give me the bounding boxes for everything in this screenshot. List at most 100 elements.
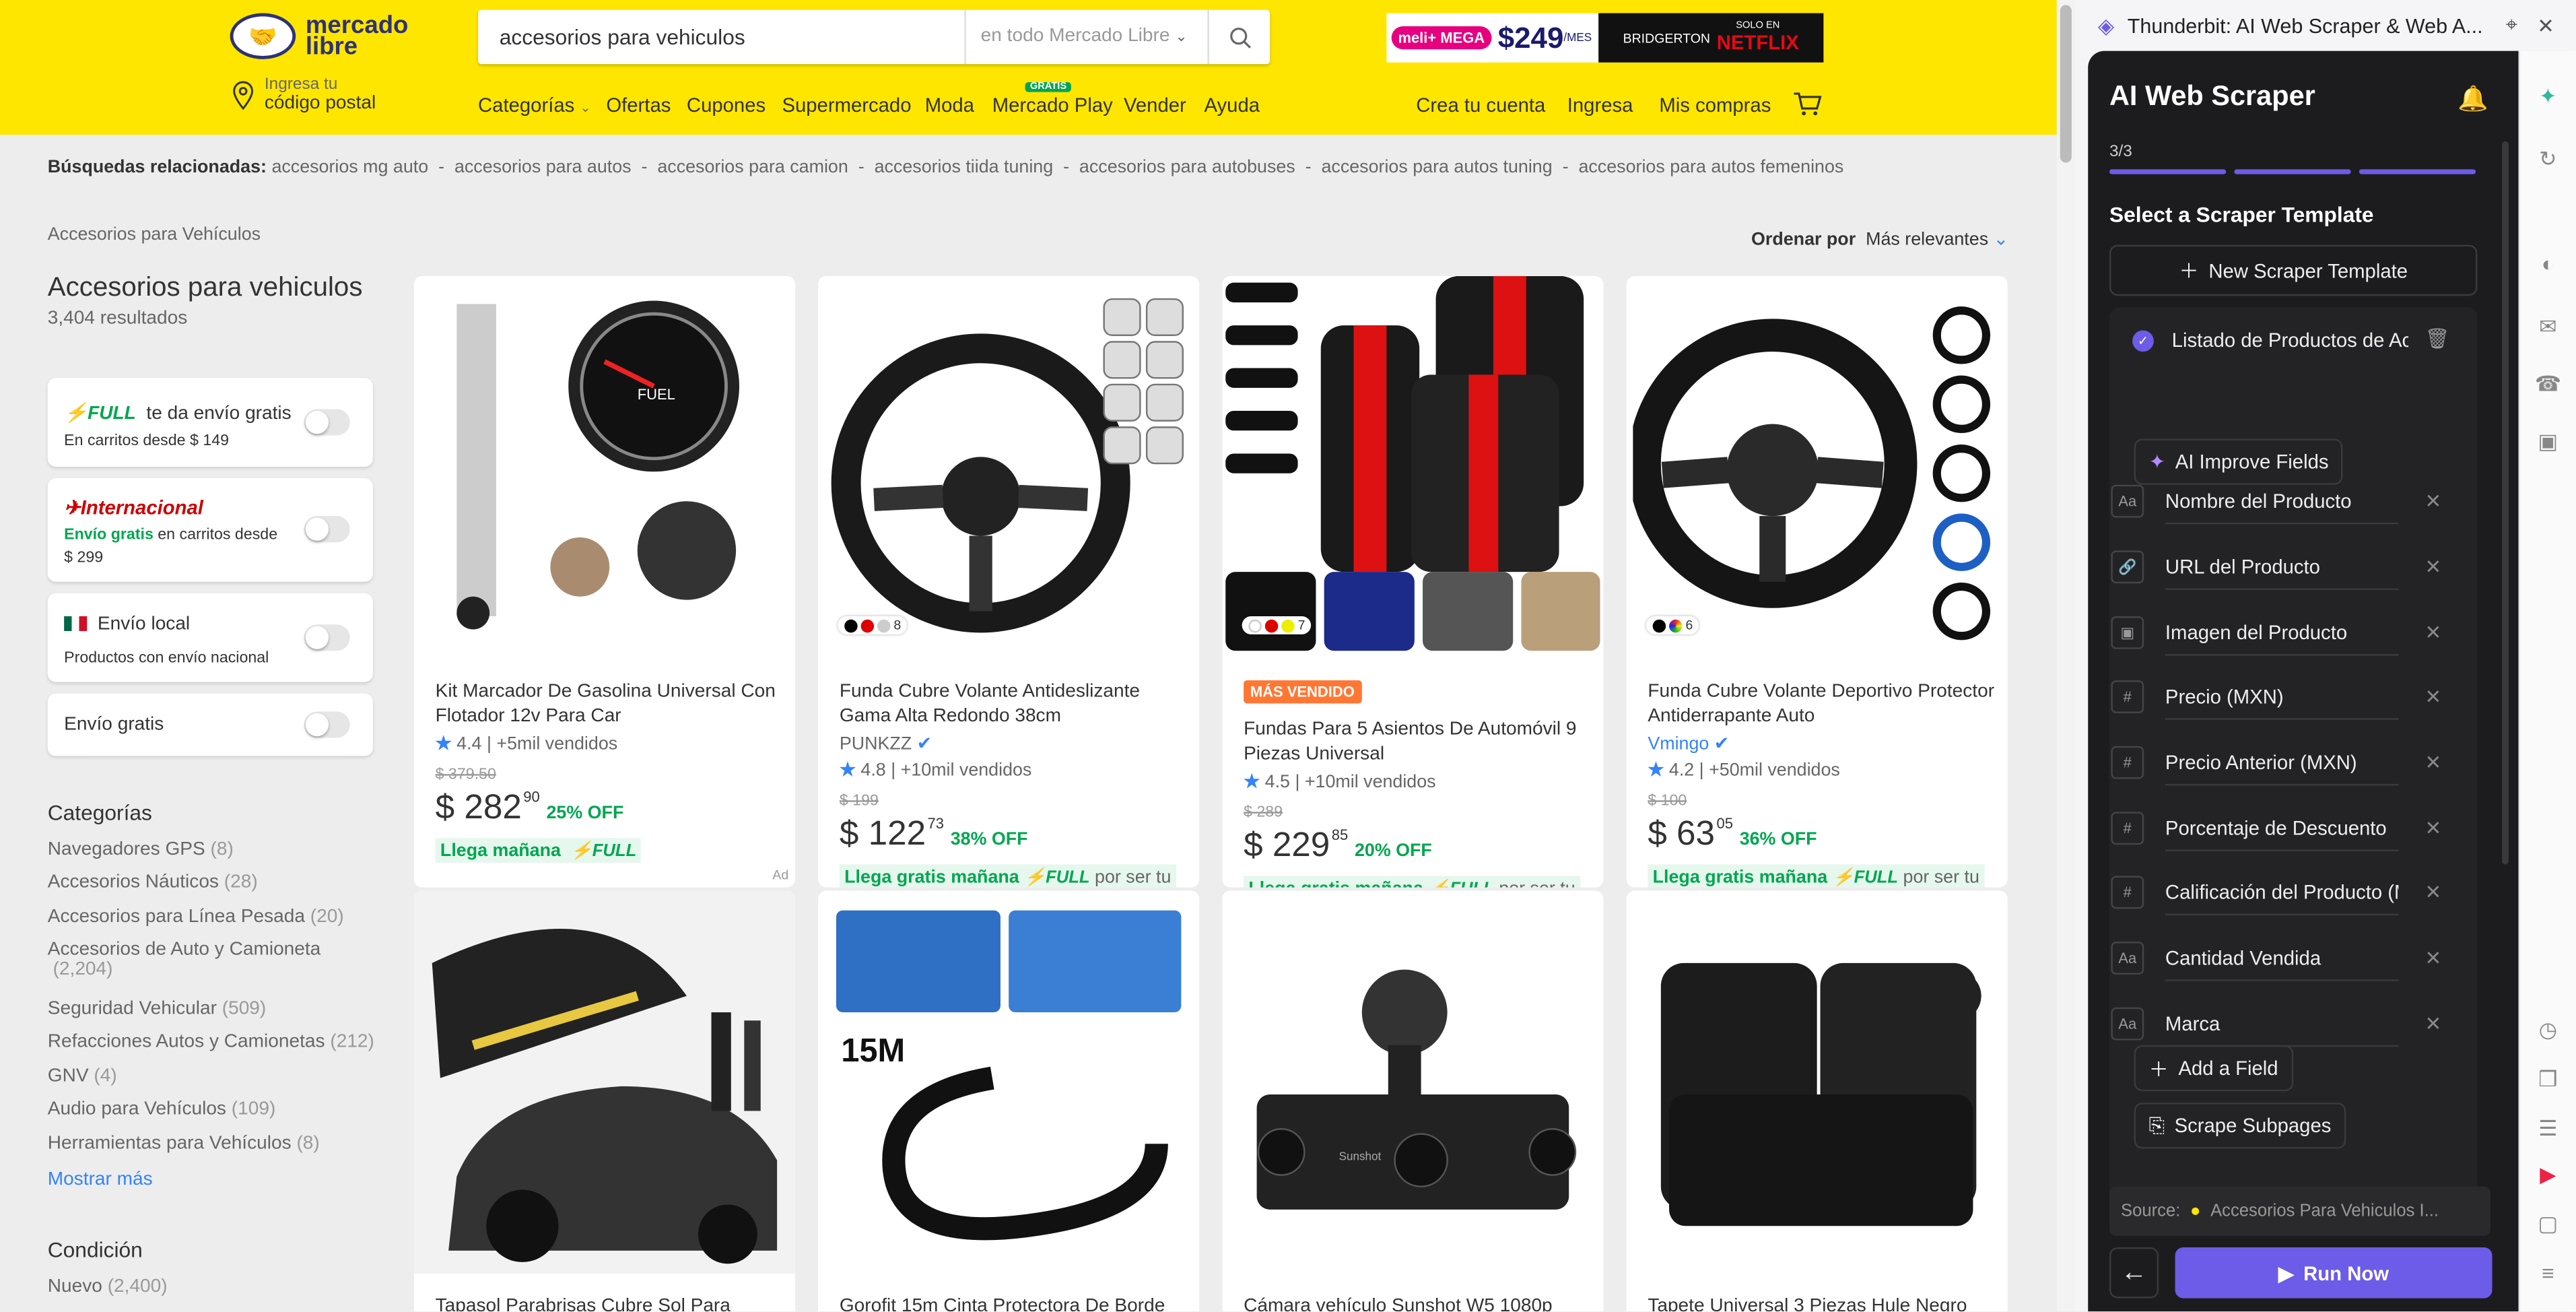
product-card[interactable]: 15M Gorofit 15m Cinta Protectora De Bord… bbox=[818, 890, 1200, 1312]
category-link[interactable]: GNV (4) bbox=[48, 1067, 117, 1086]
source-box[interactable]: Source: ● Accesorios Para Vehiculos I... bbox=[2109, 1186, 2491, 1236]
sort-selector[interactable]: Ordenar por Más relevantes ⌄ bbox=[1751, 228, 2008, 250]
field-name[interactable]: Porcentaje de Descuento bbox=[2165, 806, 2399, 851]
full-toggle[interactable] bbox=[304, 409, 350, 436]
color-swatches[interactable]: 8 bbox=[838, 616, 908, 634]
field-row[interactable]: Aa Cantidad Vendida ✕ bbox=[2111, 931, 2476, 984]
product-title[interactable]: Funda Cubre Volante Antideslizante Gama … bbox=[840, 680, 1188, 729]
bell-icon[interactable]: 🔔 bbox=[2458, 84, 2488, 113]
nav-vender[interactable]: Vender bbox=[1124, 94, 1186, 117]
filter-international[interactable]: ✈Internacional Envío gratis en carritos … bbox=[47, 478, 373, 582]
remove-field-icon[interactable]: ✕ bbox=[2425, 881, 2441, 904]
nav-ayuda[interactable]: Ayuda bbox=[1205, 94, 1260, 117]
field-name[interactable]: Imagen del Producto bbox=[2165, 610, 2399, 655]
phone-rail-icon[interactable]: ☎ bbox=[2535, 371, 2562, 397]
related-link[interactable]: accesorios para autos bbox=[454, 158, 632, 177]
related-link[interactable]: accesorios tiida tuning bbox=[875, 158, 1054, 177]
add-field-button[interactable]: ＋ Add a Field bbox=[2134, 1045, 2293, 1092]
product-card[interactable]: FUEL Kit Marcador De Gasolina Universal … bbox=[413, 275, 795, 888]
login-link[interactable]: Ingresa bbox=[1567, 94, 1633, 117]
search-button[interactable] bbox=[1207, 9, 1270, 65]
condition-new-link[interactable]: Nuevo (2,400) bbox=[48, 1277, 168, 1297]
nav-cupones[interactable]: Cupones bbox=[687, 94, 766, 117]
intl-toggle[interactable] bbox=[304, 516, 350, 543]
back-button[interactable]: ← bbox=[2109, 1247, 2159, 1299]
color-swatches[interactable]: 7 bbox=[1242, 616, 1312, 634]
mail-rail-icon[interactable]: ✉ bbox=[2535, 314, 2561, 340]
remove-field-icon[interactable]: ✕ bbox=[2425, 1012, 2441, 1035]
nav-moda[interactable]: Moda bbox=[925, 94, 974, 117]
product-title[interactable]: Cámara vehículo Sunshot W5 1080p bbox=[1244, 1295, 1592, 1311]
my-purchases-link[interactable]: Mis compras bbox=[1659, 94, 1771, 117]
product-card[interactable]: Tapete Universal 3 Piezas Hule Negro bbox=[1626, 890, 2008, 1312]
color-swatches[interactable]: 6 bbox=[1646, 616, 1700, 634]
field-name[interactable]: Marca bbox=[2165, 1002, 2399, 1047]
field-row[interactable]: ▣ Imagen del Producto ✕ bbox=[2111, 606, 2476, 659]
remove-field-icon[interactable]: ✕ bbox=[2425, 490, 2441, 513]
category-link[interactable]: Seguridad Vehicular (509) bbox=[48, 999, 267, 1019]
related-link[interactable]: accesorios para autobuses bbox=[1079, 158, 1295, 177]
scrape-subpages-button[interactable]: ⎘ Scrape Subpages bbox=[2134, 1103, 2346, 1149]
product-title[interactable]: Gorofit 15m Cinta Protectora De Borde bbox=[840, 1295, 1188, 1311]
field-name[interactable]: Precio (MXN) bbox=[2165, 675, 2399, 719]
field-row[interactable]: # Porcentaje de Descuento ✕ bbox=[2111, 802, 2476, 855]
search-bar[interactable]: accesorios para vehiculos en todo Mercad… bbox=[478, 9, 1270, 65]
promo-banner[interactable]: meli+ MEGA $249/MES BRIDGERTON SOLO EN NET… bbox=[1386, 13, 1824, 63]
field-row[interactable]: # Precio (MXN) ✕ bbox=[2111, 671, 2476, 723]
related-link[interactable]: accesorios mg auto bbox=[271, 158, 428, 177]
location-selector[interactable]: Ingresa tu código postal bbox=[232, 75, 376, 113]
menu-rail-icon[interactable]: ≡ bbox=[2535, 1260, 2561, 1286]
filter-full[interactable]: ⚡FULL te da envío gratis En carritos des… bbox=[47, 378, 373, 467]
unpin-icon[interactable]: ⌖ bbox=[2506, 13, 2517, 38]
field-row[interactable]: # Precio Anterior (MXN) ✕ bbox=[2111, 736, 2476, 789]
product-image[interactable] bbox=[1627, 890, 2008, 1274]
close-icon[interactable]: ✕ bbox=[2537, 13, 2554, 38]
filter-local[interactable]: Envío local Productos con envío nacional bbox=[47, 593, 373, 682]
category-link[interactable]: Navegadores GPS (8) bbox=[48, 840, 234, 859]
cart-icon[interactable] bbox=[1792, 92, 1822, 117]
image-rail-icon[interactable]: ▣ bbox=[2535, 429, 2561, 455]
related-link[interactable]: accesorios para autos tuning bbox=[1321, 158, 1552, 177]
show-more-link[interactable]: Mostrar más bbox=[48, 1170, 153, 1189]
category-link[interactable]: Audio para Vehículos (109) bbox=[48, 1099, 276, 1119]
create-account-link[interactable]: Crea tu cuenta bbox=[1416, 94, 1545, 117]
gift-rail-icon[interactable]: ❒ bbox=[2535, 1067, 2561, 1093]
run-now-button[interactable]: ▶ Run Now bbox=[2175, 1247, 2493, 1299]
breadcrumb[interactable]: Accesorios para Vehículos bbox=[48, 225, 261, 244]
field-row[interactable]: Aa Marca ✕ bbox=[2111, 997, 2476, 1050]
product-image[interactable] bbox=[1222, 275, 1603, 659]
page-scrollbar[interactable] bbox=[2056, 0, 2075, 1312]
related-link[interactable]: accesorios para camion bbox=[657, 158, 848, 177]
field-row[interactable]: 🔗 URL del Producto ✕ bbox=[2111, 541, 2476, 593]
field-row[interactable]: # Calificación del Producto (M ✕ bbox=[2111, 866, 2476, 919]
product-card[interactable]: 7 MÁS VENDIDO Fundas Para 5 Asientos De … bbox=[1222, 275, 1604, 888]
youtube-rail-icon[interactable]: ▶ bbox=[2535, 1162, 2561, 1188]
circle-rail-icon[interactable]: ◐ bbox=[2535, 251, 2561, 277]
nav-supermercado[interactable]: Supermercado bbox=[782, 94, 911, 117]
product-title[interactable]: Fundas Para 5 Asientos De Automóvil 9 Pi… bbox=[1244, 718, 1592, 767]
remove-field-icon[interactable]: ✕ bbox=[2425, 621, 2441, 644]
scrollbar-thumb[interactable] bbox=[2060, 5, 2072, 163]
nav-categories[interactable]: Categorías ⌄ bbox=[478, 94, 591, 117]
new-template-button[interactable]: ＋ New Scraper Template bbox=[2109, 244, 2478, 296]
history-rail-icon[interactable]: ◷ bbox=[2535, 1017, 2561, 1043]
free-toggle[interactable] bbox=[304, 711, 350, 738]
product-card[interactable]: 6 Funda Cubre Volante Deportivo Protecto… bbox=[1626, 275, 2008, 888]
product-image[interactable]: 15M bbox=[818, 890, 1199, 1274]
trash-icon[interactable]: 🗑 bbox=[2425, 327, 2449, 350]
remove-field-icon[interactable]: ✕ bbox=[2425, 556, 2441, 579]
local-toggle[interactable] bbox=[304, 624, 350, 651]
product-image[interactable] bbox=[818, 276, 1199, 659]
product-image[interactable] bbox=[413, 890, 795, 1274]
thunderbit-rail-icon[interactable]: ✦ bbox=[2535, 84, 2561, 110]
search-input[interactable]: accesorios para vehiculos bbox=[500, 25, 745, 50]
field-name[interactable]: Nombre del Producto bbox=[2165, 479, 2399, 524]
field-name[interactable]: Calificación del Producto (M bbox=[2165, 870, 2399, 915]
remove-field-icon[interactable]: ✕ bbox=[2425, 817, 2441, 840]
product-title[interactable]: Kit Marcador De Gasolina Universal Con F… bbox=[436, 680, 784, 729]
category-link[interactable]: Refacciones Autos y Camionetas (212) bbox=[48, 1032, 374, 1051]
mercadolibre-logo[interactable]: 🤝 mercado libre bbox=[230, 13, 408, 59]
product-image[interactable]: FUEL bbox=[414, 276, 795, 659]
document-rail-icon[interactable]: ☰ bbox=[2535, 1116, 2561, 1142]
product-image[interactable] bbox=[1627, 276, 2008, 659]
